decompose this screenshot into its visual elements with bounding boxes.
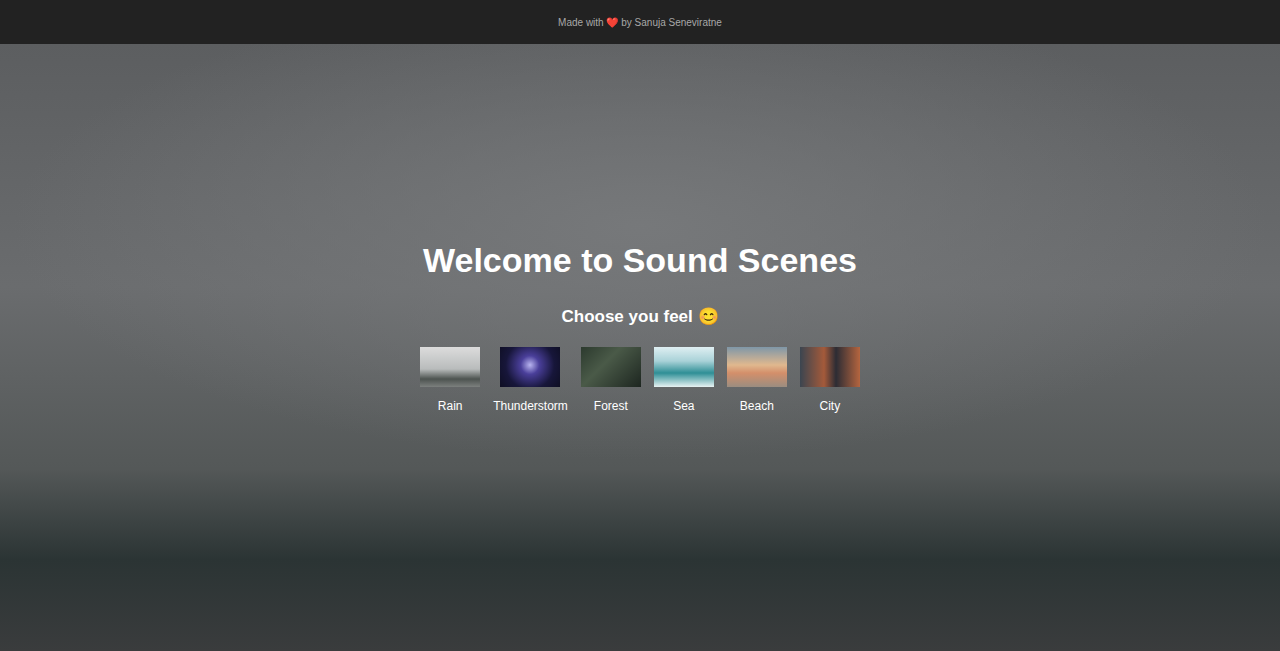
scene-thumbnail[interactable] — [420, 347, 480, 387]
scene-label[interactable]: Beach — [740, 398, 774, 414]
scene-label[interactable]: Sea — [673, 398, 694, 414]
page-title: Welcome to Sound Scenes — [423, 240, 857, 280]
hero-section: Welcome to Sound Scenes Choose you feel 😊… — [0, 44, 1280, 651]
scene-label[interactable]: City — [820, 398, 841, 414]
credit-text: Made with ❤️ by Sanuja Seneviratne — [558, 17, 722, 28]
scene-thumbnail[interactable] — [500, 347, 560, 387]
scene-prompt: Choose you feel 😊 — [561, 306, 718, 328]
scene-list: Rain Thunderstorm Forest Sea Beach City — [420, 347, 860, 414]
scene-option[interactable]: Forest — [581, 347, 641, 414]
scene-label[interactable]: Forest — [594, 398, 628, 414]
scene-option[interactable]: Rain — [420, 347, 480, 414]
scene-option[interactable]: Beach — [727, 347, 787, 414]
scene-label[interactable]: Thunderstorm — [493, 398, 568, 414]
scene-option[interactable]: Sea — [654, 347, 714, 414]
scene-label[interactable]: Rain — [438, 398, 463, 414]
scene-thumbnail[interactable] — [800, 347, 860, 387]
scene-option[interactable]: City — [800, 347, 860, 414]
scene-thumbnail[interactable] — [581, 347, 641, 387]
scene-thumbnail[interactable] — [727, 347, 787, 387]
scene-thumbnail[interactable] — [654, 347, 714, 387]
top-bar: Made with ❤️ by Sanuja Seneviratne — [0, 0, 1280, 44]
scene-option[interactable]: Thunderstorm — [493, 347, 568, 414]
